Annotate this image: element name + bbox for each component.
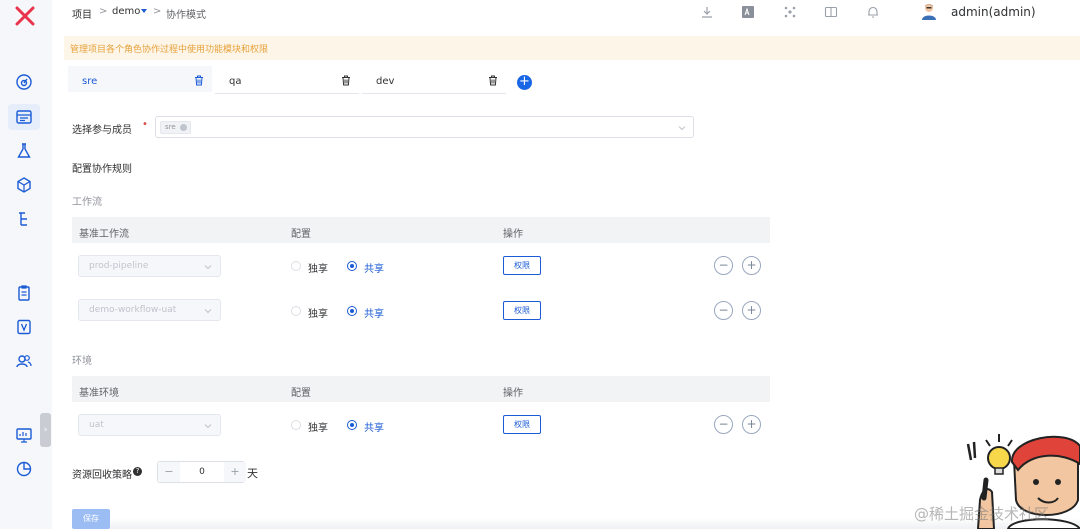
breadcrumb-separator: > [99, 6, 108, 17]
environment-select[interactable]: uat [78, 414, 221, 436]
tasks-icon[interactable] [15, 318, 33, 336]
increment-button[interactable]: + [224, 462, 246, 482]
info-banner-text: 管理项目各个角色协作过程中使用功能模块和权限 [70, 45, 269, 55]
permission-button[interactable]: 权限 [503, 301, 541, 320]
sidebar-collapse-handle[interactable]: › [40, 413, 51, 447]
permission-button[interactable]: 权限 [503, 415, 541, 434]
recycle-label: 资源回收策略 [72, 470, 132, 481]
recycle-days-value[interactable]: 0 [180, 462, 224, 482]
monitor-icon[interactable] [15, 426, 33, 444]
add-row-button[interactable]: + [742, 256, 761, 275]
flask-icon[interactable] [15, 142, 33, 160]
breadcrumb-demo[interactable]: demo [112, 6, 140, 17]
dashboard-icon[interactable] [15, 73, 33, 91]
member-tag-label: sre [165, 123, 176, 131]
column-header: 配置 [291, 388, 311, 399]
users-icon[interactable] [15, 352, 33, 370]
tab-label: qa [229, 76, 242, 87]
chevron-down-icon [204, 307, 212, 315]
pie-chart-icon[interactable] [15, 460, 33, 478]
column-header: 配置 [291, 229, 311, 240]
environment-title: 环境 [72, 356, 92, 367]
shared-label[interactable]: 共享 [364, 419, 384, 434]
save-button[interactable]: 保存 [72, 509, 110, 529]
tab-dev[interactable]: dev [362, 66, 506, 94]
recycle-days-stepper[interactable]: − 0 + [157, 461, 246, 483]
watermark: @稀土掘金技术社区 [914, 505, 1050, 523]
trash-icon[interactable] [341, 75, 351, 86]
workflow-select-value: demo-workflow-uat [89, 305, 177, 315]
shared-radio[interactable] [347, 306, 357, 316]
project-icon[interactable] [15, 108, 33, 126]
column-header: 基准环境 [79, 388, 119, 399]
workflow-select[interactable]: demo-workflow-uat [78, 299, 221, 321]
breadcrumb-current: 协作模式 [166, 10, 206, 21]
shared-radio[interactable] [347, 420, 357, 430]
tab-qa[interactable]: qa [215, 66, 359, 94]
permission-button[interactable]: 权限 [503, 256, 541, 275]
info-banner: 管理项目各个角色协作过程中使用功能模块和权限 [64, 36, 1080, 60]
member-tag[interactable]: sre [160, 121, 191, 134]
shared-label[interactable]: 共享 [364, 260, 384, 275]
clipboard-icon[interactable] [15, 284, 33, 302]
tab-sre[interactable]: sre [68, 66, 212, 94]
environment-select-value: uat [89, 420, 104, 430]
exclusive-radio[interactable] [291, 306, 301, 316]
bell-icon[interactable] [866, 5, 880, 19]
workflow-select[interactable]: prod-pipeline [78, 255, 221, 277]
tab-label: dev [376, 76, 395, 87]
tree-icon[interactable] [15, 210, 33, 228]
remove-row-button[interactable]: − [714, 415, 733, 434]
role-tabs: sre qa dev + [68, 66, 1080, 96]
book-icon[interactable] [824, 5, 838, 19]
members-label: 选择参与成员 [72, 125, 132, 136]
remove-row-button[interactable]: − [714, 256, 733, 275]
add-row-button[interactable]: + [742, 415, 761, 434]
translate-icon[interactable] [741, 5, 755, 19]
tab-label: sre [82, 76, 98, 87]
workflow-table-header: 基准工作流 配置 操作 [72, 217, 770, 243]
rules-title: 配置协作规则 [72, 164, 132, 175]
network-icon[interactable] [783, 5, 797, 19]
sidebar: › [0, 0, 52, 529]
chevron-down-icon [204, 263, 212, 271]
remove-row-button[interactable]: − [714, 301, 733, 320]
chevron-down-icon [204, 422, 212, 430]
column-header: 操作 [503, 388, 523, 399]
exclusive-label[interactable]: 独享 [308, 260, 328, 275]
top-bar: 项目 > demo > 协作模式 admin(admin) [52, 0, 1080, 26]
exclusive-radio[interactable] [291, 420, 301, 430]
exclusive-label[interactable]: 独享 [308, 419, 328, 434]
workflow-select-value: prod-pipeline [89, 261, 149, 271]
logo-icon[interactable] [14, 6, 36, 26]
caret-down-icon[interactable] [140, 7, 148, 18]
add-row-button[interactable]: + [742, 301, 761, 320]
exclusive-radio[interactable] [291, 261, 301, 271]
help-icon[interactable]: ? [133, 467, 142, 476]
breadcrumb-separator: > [153, 6, 162, 17]
required-mark: • [142, 119, 148, 130]
chevron-down-icon [678, 124, 686, 132]
deploy-icon[interactable] [15, 176, 33, 194]
workflow-title: 工作流 [72, 197, 102, 208]
column-header: 基准工作流 [79, 229, 129, 240]
breadcrumb-project[interactable]: 项目 [72, 6, 92, 21]
avatar[interactable] [920, 2, 938, 20]
trash-icon[interactable] [194, 75, 204, 86]
trash-icon[interactable] [488, 75, 498, 86]
exclusive-label[interactable]: 独享 [308, 305, 328, 320]
decrement-button[interactable]: − [158, 462, 180, 482]
add-role-button[interactable]: + [517, 75, 532, 90]
column-header: 操作 [503, 229, 523, 240]
shared-label[interactable]: 共享 [364, 305, 384, 320]
close-icon[interactable] [179, 124, 187, 131]
recycle-unit: 天 [247, 467, 258, 480]
shared-radio[interactable] [347, 261, 357, 271]
members-select[interactable]: sre [155, 116, 694, 138]
environment-table-header: 基准环境 配置 操作 [72, 376, 770, 402]
user-name[interactable]: admin(admin) [951, 5, 1036, 19]
download-icon[interactable] [700, 5, 714, 19]
